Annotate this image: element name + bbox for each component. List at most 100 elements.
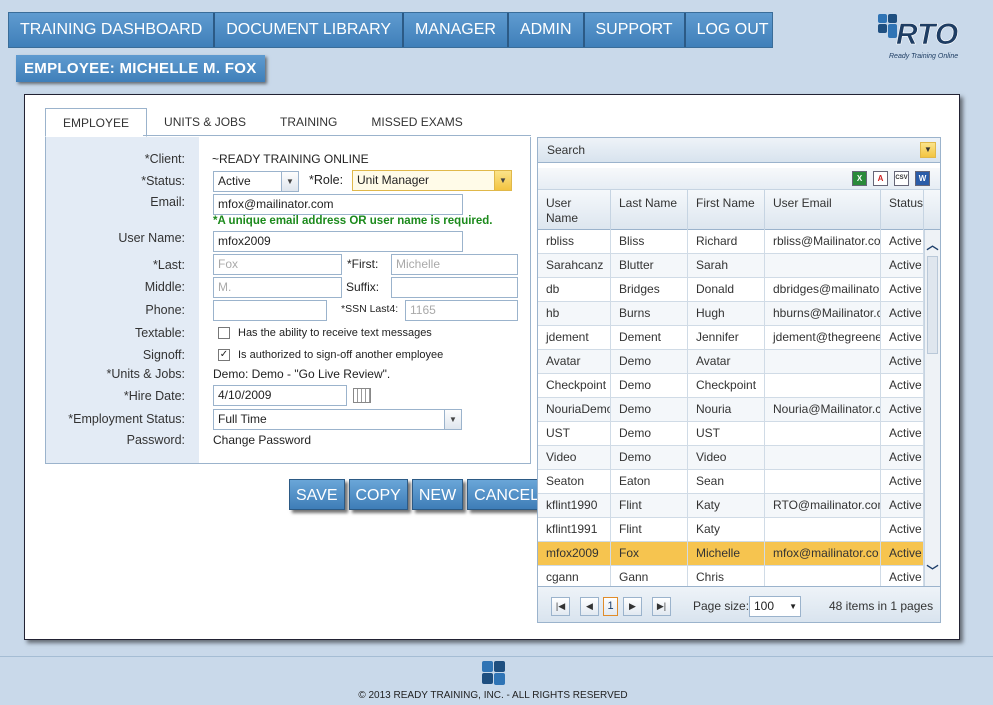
table-row[interactable]: NouriaDemo Demo Nouria Nouria@Mailinator.c A… — [538, 398, 924, 422]
chevron-down-icon[interactable]: ▼ — [444, 410, 461, 429]
table-row[interactable]: kflint1991 Flint Katy Active — [538, 518, 924, 542]
cell-user-email — [765, 446, 881, 469]
tab-training[interactable]: TRAINING — [263, 108, 354, 137]
col-header-last-name[interactable]: Last Name — [611, 190, 688, 230]
cell-user-name: Avatar — [538, 350, 611, 373]
chevron-down-icon[interactable]: ▼ — [281, 172, 298, 191]
username-input[interactable]: mfox2009 — [213, 231, 463, 252]
word-icon[interactable]: W — [915, 171, 930, 186]
cell-user-name: Seaton — [538, 470, 611, 493]
cell-first-name: Donald — [688, 278, 765, 301]
rto-logo: RTO Ready Training Online — [878, 14, 959, 60]
email-input[interactable]: mfox@mailinator.com — [213, 194, 463, 215]
password-label: Password: — [126, 433, 185, 447]
last-name-input[interactable]: Fox — [213, 254, 342, 275]
first-page-icon[interactable]: |◀ — [551, 597, 570, 616]
next-page-icon[interactable]: ▶ — [623, 597, 642, 616]
col-header-user-name[interactable]: User Name — [538, 190, 611, 230]
csv-icon[interactable]: CSV — [894, 171, 909, 186]
table-row[interactable]: Seaton Eaton Sean Active — [538, 470, 924, 494]
cell-status: Active — [881, 446, 924, 469]
cell-status: Active — [881, 422, 924, 445]
suffix-label: Suffix: — [346, 280, 380, 294]
cell-status: Active — [881, 350, 924, 373]
status-select[interactable]: Active ▼ — [213, 171, 299, 192]
scroll-up-icon[interactable]: ︿ — [925, 236, 940, 254]
new-button[interactable]: NEW — [411, 479, 464, 510]
page-1-button[interactable]: 1 — [603, 597, 618, 616]
ssn-input[interactable]: 1165 — [405, 300, 518, 321]
role-value: Unit Manager — [357, 173, 430, 187]
suffix-input[interactable] — [391, 277, 518, 298]
tab-units-jobs[interactable]: UNITS & JOBS — [147, 108, 263, 137]
copy-button[interactable]: COPY — [348, 479, 408, 510]
nav-manager[interactable]: MANAGER — [404, 13, 509, 47]
last-page-icon[interactable]: ▶| — [652, 597, 671, 616]
first-name-input[interactable]: Michelle — [391, 254, 518, 275]
nav-log-out[interactable]: LOG OUT — [685, 13, 772, 47]
change-password-link[interactable]: Change Password — [213, 433, 311, 447]
table-row[interactable]: hb Burns Hugh hburns@Mailinator.c Active — [538, 302, 924, 326]
chevron-down-icon[interactable]: ▼ — [920, 142, 936, 158]
table-row[interactable]: Avatar Demo Avatar Active — [538, 350, 924, 374]
middle-label: Middle: — [144, 280, 185, 294]
table-row[interactable]: rbliss Bliss Richard rbliss@Mailinator.co Ac… — [538, 230, 924, 254]
cell-user-name: UST — [538, 422, 611, 445]
nav-document-library[interactable]: DOCUMENT LIBRARY — [215, 13, 405, 47]
textable-checkbox[interactable] — [218, 327, 230, 339]
table-row[interactable]: Checkpoint Demo Checkpoint Active — [538, 374, 924, 398]
excel-icon[interactable]: X — [852, 171, 867, 186]
table-row[interactable]: Video Demo Video Active — [538, 446, 924, 470]
search-bar[interactable]: Search ▼ — [538, 138, 940, 163]
page-size-select[interactable]: 100 ▼ — [749, 596, 801, 617]
client-label: *Client: — [144, 152, 185, 166]
grid-header: User Name Last Name First Name User Emai… — [538, 190, 940, 230]
cell-user-name: kflint1990 — [538, 494, 611, 517]
table-row[interactable]: kflint1990 Flint Katy RTO@mailinator.com Act… — [538, 494, 924, 518]
employee-banner: EMPLOYEE: MICHELLE M. FOX — [16, 55, 265, 82]
table-row[interactable]: jdement Dement Jennifer jdement@thegreene Ac… — [538, 326, 924, 350]
hire-date-input[interactable]: 4/10/2009 — [213, 385, 347, 406]
signoff-checkbox[interactable]: ✓ — [218, 349, 230, 361]
cell-last-name: Demo — [611, 374, 688, 397]
prev-page-icon[interactable]: ◀ — [580, 597, 599, 616]
units-jobs-value: Demo: Demo - "Go Live Review". — [213, 367, 391, 381]
table-row[interactable]: UST Demo UST Active — [538, 422, 924, 446]
cell-first-name: Nouria — [688, 398, 765, 421]
cell-last-name: Fox — [611, 542, 688, 565]
scroll-down-icon[interactable]: ﹀ — [925, 562, 940, 580]
tab-missed-exams[interactable]: MISSED EXAMS — [354, 108, 479, 137]
col-header-first-name[interactable]: First Name — [688, 190, 765, 230]
table-row-selected[interactable]: mfox2009 Fox Michelle mfox@mailinator.co Act… — [538, 542, 924, 566]
cell-last-name: Dement — [611, 326, 688, 349]
phone-input[interactable] — [213, 300, 327, 321]
employment-status-select[interactable]: Full Time ▼ — [213, 409, 462, 430]
table-row[interactable]: Sarahcanz Blutter Sarah Active — [538, 254, 924, 278]
grid-scrollbar[interactable]: ︿ ﹀ — [924, 230, 940, 586]
cell-last-name: Blutter — [611, 254, 688, 277]
nav-support[interactable]: SUPPORT — [584, 13, 686, 47]
col-header-status[interactable]: Status — [881, 190, 924, 230]
middle-name-input[interactable]: M. — [213, 277, 342, 298]
scrollbar-thumb[interactable] — [927, 256, 938, 354]
pdf-icon[interactable]: A — [873, 171, 888, 186]
table-row[interactable]: db Bridges Donald dbridges@mailinato Active — [538, 278, 924, 302]
cell-last-name: Bliss — [611, 230, 688, 253]
form-label-column: *Client: *Status: Email: User Name: *Las… — [46, 137, 199, 463]
nav-admin[interactable]: ADMIN — [508, 13, 585, 47]
chevron-down-icon[interactable]: ▼ — [789, 597, 797, 616]
save-button[interactable]: SAVE — [289, 479, 345, 510]
cell-status: Active — [881, 302, 924, 325]
role-select[interactable]: Unit Manager ▼ — [352, 170, 512, 191]
cell-first-name: Sean — [688, 470, 765, 493]
pager-summary: 48 items in 1 pages — [829, 599, 934, 613]
employment-status-value: Full Time — [218, 412, 267, 426]
calendar-icon[interactable] — [353, 388, 371, 403]
first-label: *First: — [347, 257, 379, 271]
cell-user-name: kflint1991 — [538, 518, 611, 541]
col-header-user-email[interactable]: User Email — [765, 190, 881, 230]
chevron-down-icon[interactable]: ▼ — [494, 171, 511, 190]
tab-employee[interactable]: EMPLOYEE — [45, 108, 148, 137]
cancel-button[interactable]: CANCEL — [467, 479, 547, 510]
nav-training-dashboard[interactable]: TRAINING DASHBOARD — [9, 13, 216, 47]
